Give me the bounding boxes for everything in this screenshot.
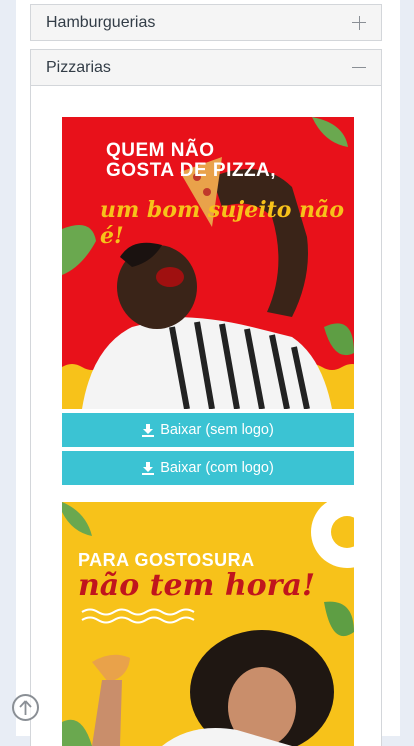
arrow-up-circle-icon: [19, 700, 32, 715]
plus-icon: [352, 15, 366, 30]
accordion-title: Pizzarias: [46, 58, 111, 76]
poster-image-2: PARA GOSTOSURA não tem hora!: [62, 502, 354, 746]
poster-headline: QUEM NÃO GOSTA DE PIZZA,: [106, 140, 277, 181]
poster-image-1: QUEM NÃO GOSTA DE PIZZA, um bom sujeito …: [62, 117, 354, 409]
download-icon: [142, 423, 155, 437]
accordion-panel-pizzarias: QUEM NÃO GOSTA DE PIZZA, um bom sujeito …: [30, 86, 382, 746]
poster-script-text: um bom sujeito não é!: [100, 197, 345, 249]
download-icon: [142, 461, 155, 475]
scroll-top-button[interactable]: [12, 694, 39, 721]
download-without-logo-button[interactable]: Baixar (sem logo): [62, 413, 354, 447]
download-with-logo-button[interactable]: Baixar (com logo): [62, 451, 354, 485]
minus-icon: [352, 61, 366, 75]
accordion-item-pizzarias[interactable]: Pizzarias: [30, 49, 382, 86]
poster-script-text: não tem hora!: [78, 568, 316, 603]
accordion-title: Hamburguerias: [46, 13, 156, 31]
accordion-item-hamburguerias[interactable]: Hamburguerias: [30, 4, 382, 41]
